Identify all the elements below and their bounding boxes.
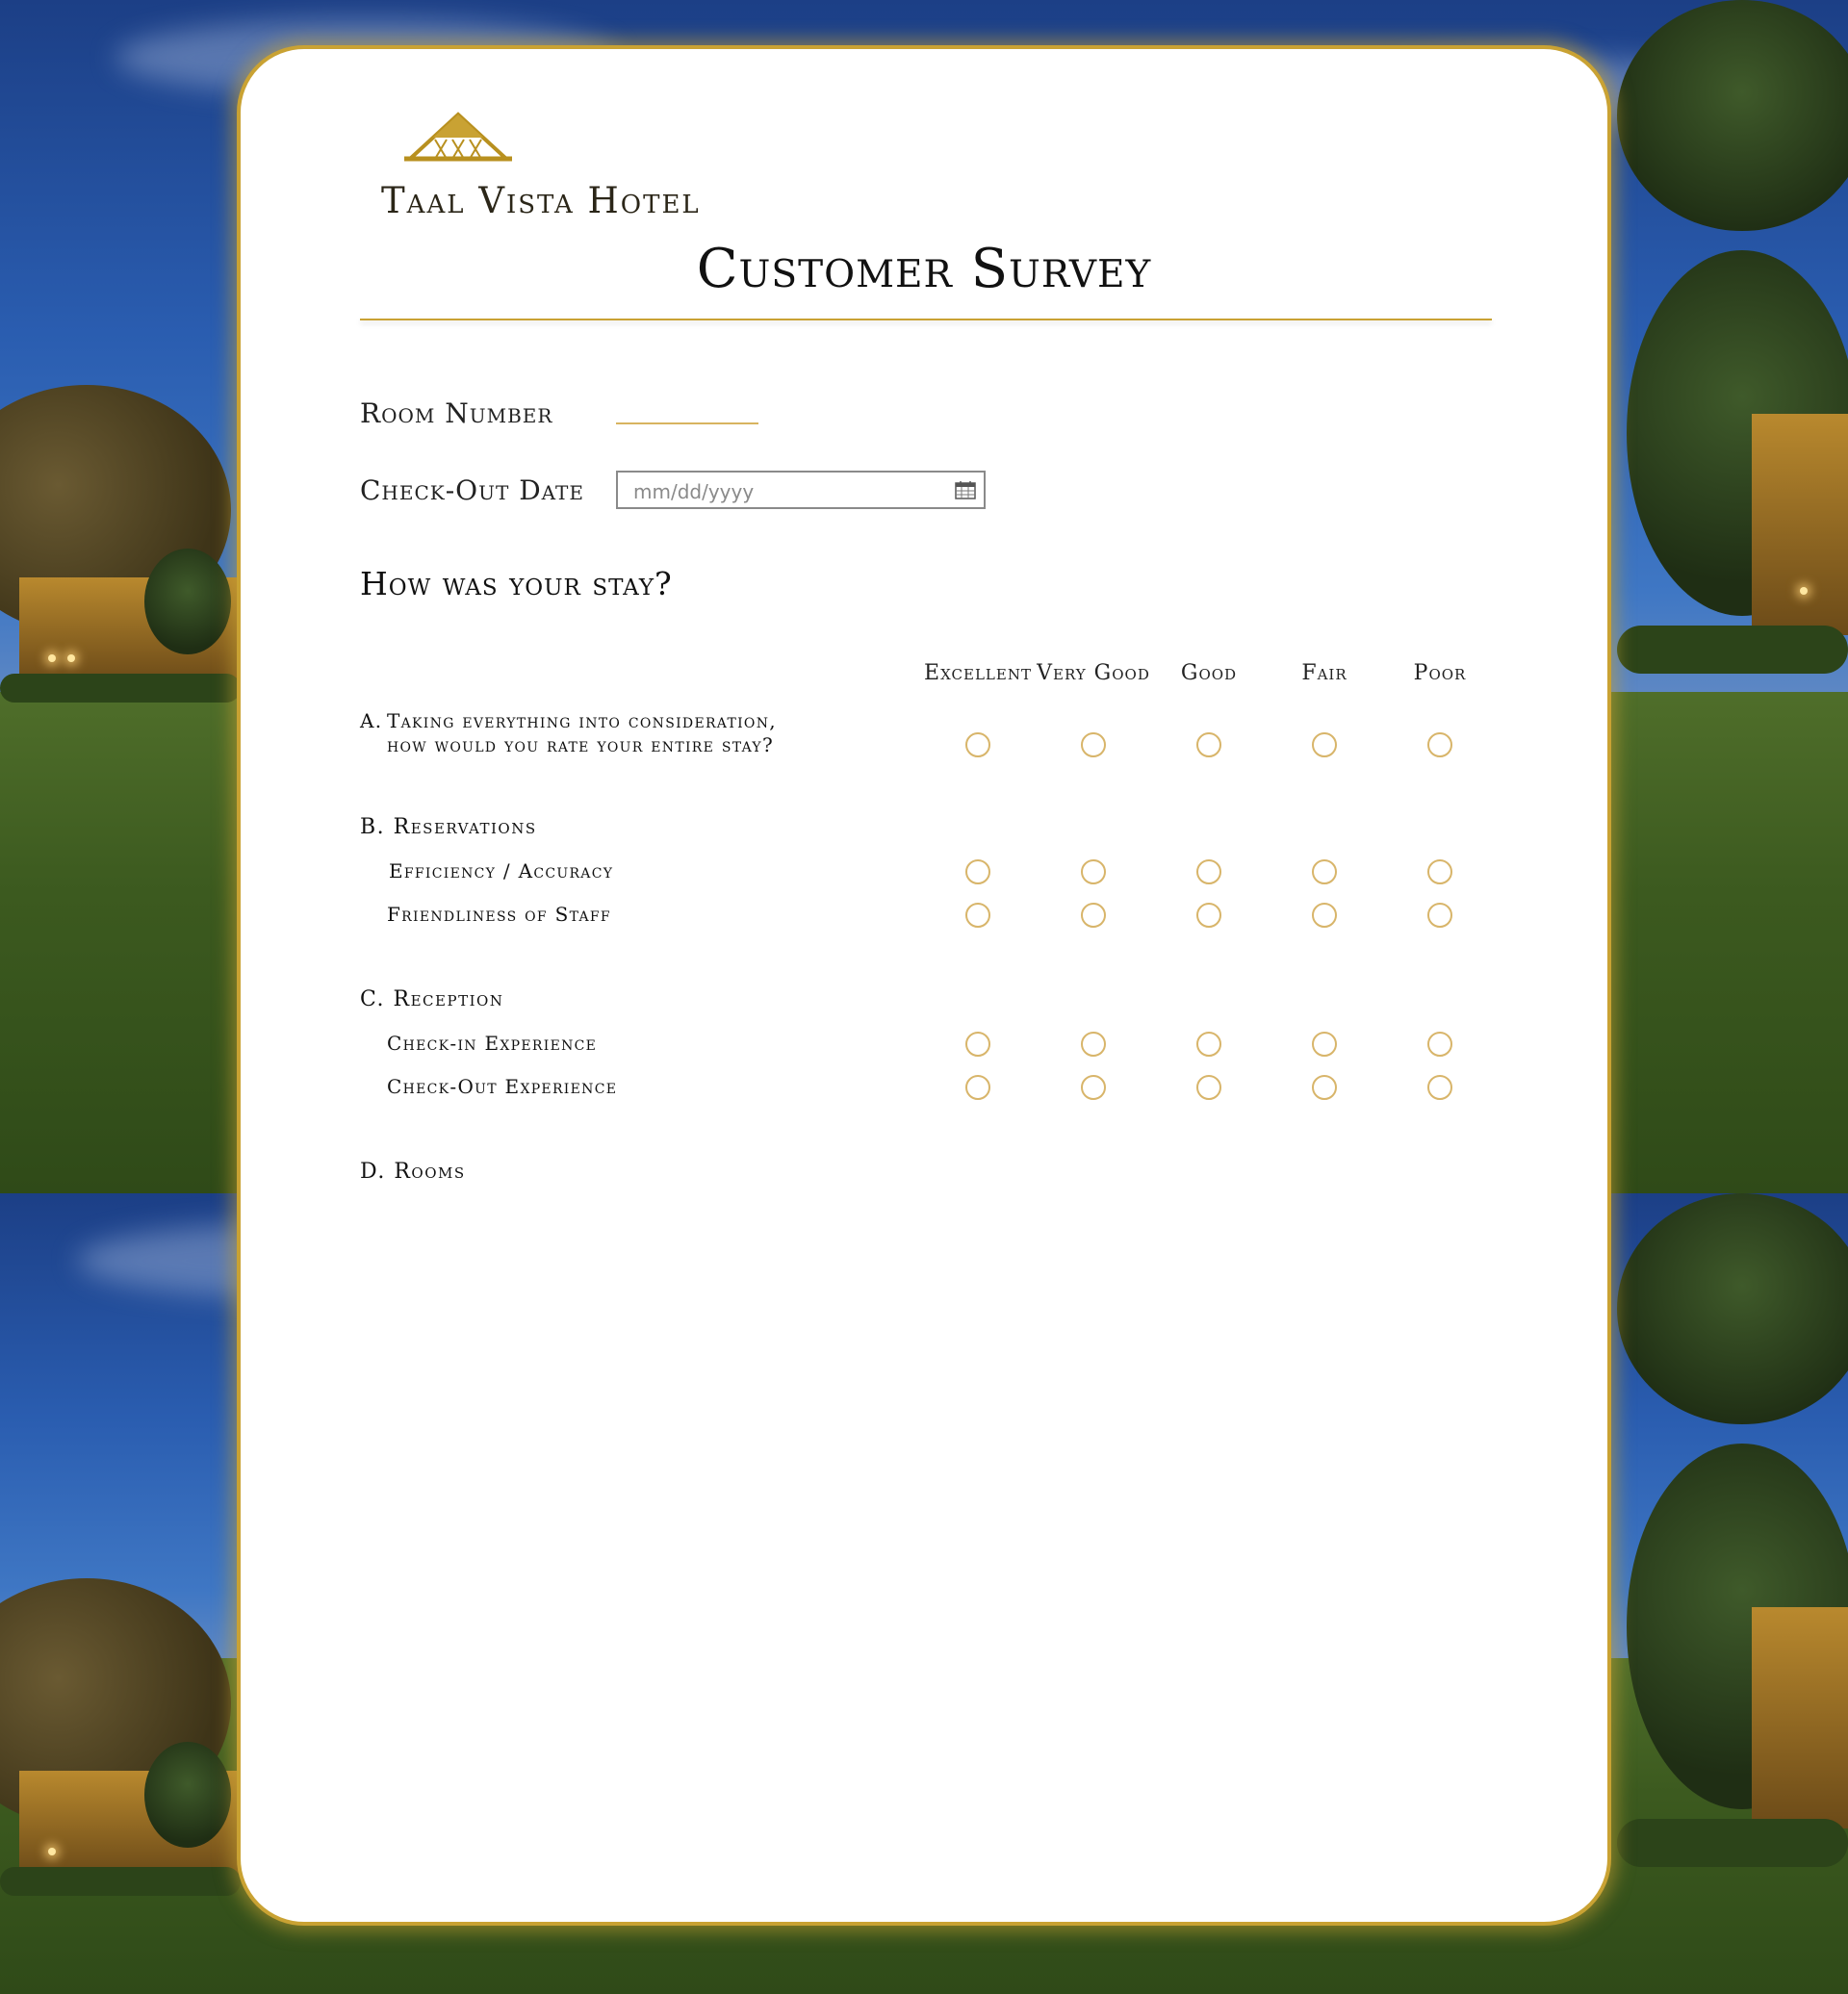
group-reservations-title: B. Reservations: [360, 815, 537, 839]
group-rooms-title: D. Rooms: [360, 1160, 466, 1184]
rating-radio-poor[interactable]: [1427, 732, 1452, 757]
question-a-marker: A.: [360, 709, 383, 732]
question-efficiency-accuracy: Efficiency / Accuracy: [389, 859, 614, 882]
question-a-line1: Taking everything into consideration,: [387, 709, 777, 732]
rating-radio-excellent[interactable]: [965, 1075, 990, 1100]
column-fair: Fair: [1301, 661, 1348, 685]
rating-radio-poor[interactable]: [1427, 903, 1452, 928]
rating-radio-fair[interactable]: [1312, 859, 1337, 884]
column-poor: Poor: [1413, 661, 1467, 685]
rating-radio-excellent[interactable]: [965, 1032, 990, 1057]
rating-radio-excellent[interactable]: [965, 732, 990, 757]
rating-radio-very-good[interactable]: [1081, 903, 1106, 928]
question-friendliness-of-staff: Friendliness of Staff: [387, 903, 611, 926]
room-number-input[interactable]: [616, 422, 758, 424]
rating-radio-good[interactable]: [1196, 1032, 1221, 1057]
calendar-icon[interactable]: [955, 480, 976, 499]
rating-radio-very-good[interactable]: [1081, 1075, 1106, 1100]
column-very-good: Very Good: [1037, 661, 1150, 685]
rating-radio-very-good[interactable]: [1081, 732, 1106, 757]
question-check-out-experience: Check-Out Experience: [387, 1075, 618, 1098]
rating-radio-very-good[interactable]: [1081, 1032, 1106, 1057]
rating-radio-very-good[interactable]: [1081, 859, 1106, 884]
rating-radio-good[interactable]: [1196, 903, 1221, 928]
survey-card: Taal Vista Hotel Customer Survey Room Nu…: [237, 45, 1611, 1926]
room-number-label: Room Number: [360, 397, 553, 429]
rating-radio-poor[interactable]: [1427, 1075, 1452, 1100]
rating-radio-fair[interactable]: [1312, 732, 1337, 757]
rating-radio-fair[interactable]: [1312, 1075, 1337, 1100]
rating-radio-fair[interactable]: [1312, 903, 1337, 928]
rating-radio-excellent[interactable]: [965, 859, 990, 884]
rating-radio-poor[interactable]: [1427, 859, 1452, 884]
question-a-line2: how would you rate your entire stay?: [387, 733, 774, 756]
checkout-date-label: Check-Out Date: [360, 474, 584, 506]
column-excellent: Excellent: [924, 661, 1032, 685]
question-check-in-experience: Check-in Experience: [387, 1032, 598, 1055]
group-reception-title: C. Reception: [360, 987, 504, 1011]
rating-radio-poor[interactable]: [1427, 1032, 1452, 1057]
checkout-date-input[interactable]: mm/dd/yyyy: [616, 471, 986, 509]
page-title: Customer Survey: [696, 238, 1152, 300]
title-divider: [360, 319, 1492, 320]
rating-radio-excellent[interactable]: [965, 903, 990, 928]
rating-radio-good[interactable]: [1196, 1075, 1221, 1100]
rating-radio-good[interactable]: [1196, 859, 1221, 884]
hotel-logo: Taal Vista Hotel: [381, 111, 766, 221]
hotel-name: Taal Vista Hotel: [381, 180, 701, 221]
rating-radio-fair[interactable]: [1312, 1032, 1337, 1057]
section-title: How was your stay?: [360, 565, 673, 602]
checkout-date-placeholder: mm/dd/yyyy: [633, 480, 755, 503]
hotel-roof-icon: [404, 112, 512, 162]
rating-radio-good[interactable]: [1196, 732, 1221, 757]
column-good: Good: [1180, 661, 1238, 685]
